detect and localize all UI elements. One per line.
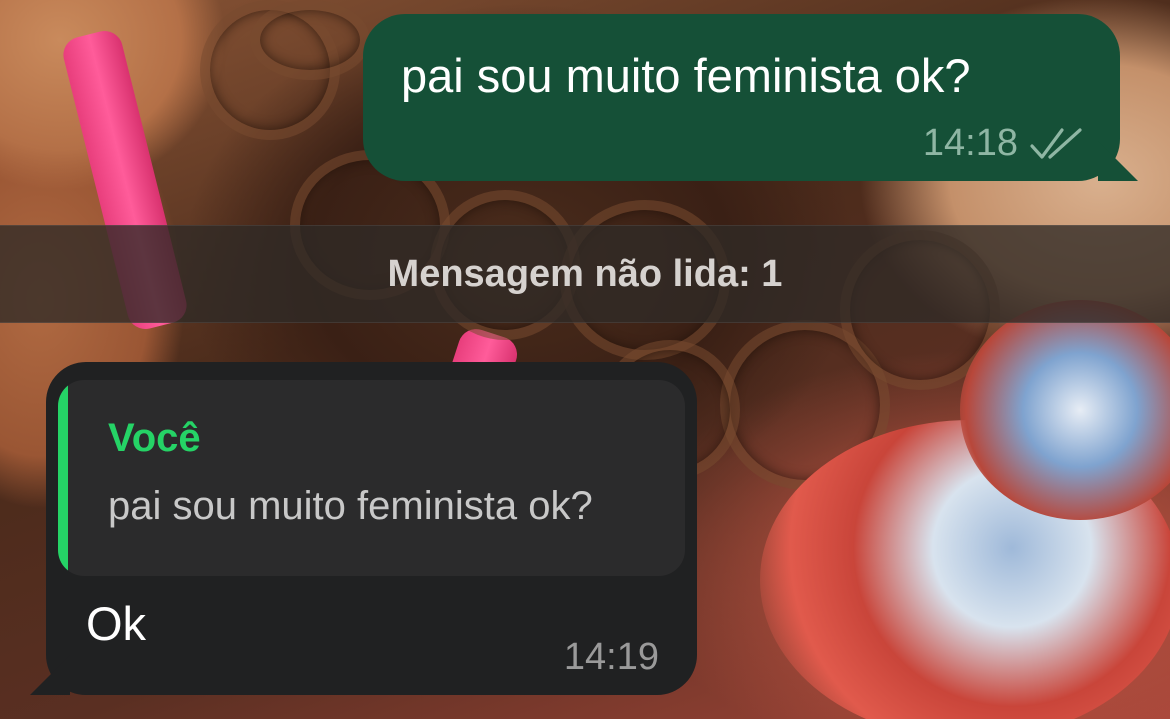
bubble-tail (30, 655, 70, 695)
message-timestamp: 14:18 (922, 122, 1018, 164)
quoted-author: Você (108, 416, 201, 460)
unread-label: Mensagem não lida: 1 (387, 252, 783, 295)
quoted-text: pai sou muito feminista ok? (108, 484, 593, 528)
message-meta: 14:18 (923, 122, 1084, 165)
quoted-message[interactable]: Você pai sou muito feminista ok? (58, 380, 685, 576)
quote-accent-bar (58, 380, 68, 576)
message-timestamp: 14:19 (563, 636, 659, 678)
incoming-message-bubble[interactable]: Você pai sou muito feminista ok? Ok 14:1… (30, 362, 697, 695)
double-check-icon (1030, 127, 1082, 159)
wallpaper-curl (250, 0, 370, 80)
message-text: Ok (86, 597, 147, 650)
bubble-tail (1098, 141, 1138, 181)
message-text: pai sou muito feminista ok? (401, 49, 971, 102)
unread-messages-divider: Mensagem não lida: 1 (0, 225, 1170, 323)
outgoing-message-bubble[interactable]: pai sou muito feminista ok? 14:18 (363, 14, 1138, 181)
